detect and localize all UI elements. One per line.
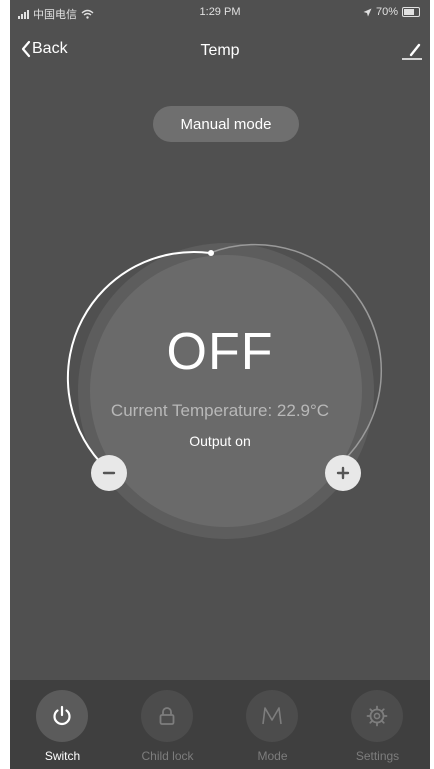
tab-settings-circle [351,690,403,742]
current-temperature: Current Temperature: 22.9°C [110,401,330,420]
minus-icon [102,471,116,475]
bottom-tab-bar: Switch Child lock Mode Settings [10,680,430,769]
increase-button[interactable] [325,455,361,491]
page-title: Temp [200,42,240,59]
thermostat-dial[interactable] [90,255,362,527]
mode-label: Manual mode [180,115,272,133]
decrease-button[interactable] [91,455,127,491]
battery-icon [402,7,420,17]
tab-mode[interactable]: Mode [220,680,325,769]
tab-child-lock[interactable]: Child lock [115,680,220,769]
mode-m-icon [262,707,282,725]
tab-label: Mode [257,749,288,763]
tab-label: Switch [44,749,81,763]
tab-child-lock-circle [141,690,193,742]
tab-settings[interactable]: Settings [325,680,430,769]
status-bar: 中国电信 1:29 PM 70% [10,0,430,26]
lock-icon [159,707,175,725]
output-status: Output on [189,433,251,449]
power-status: OFF [166,323,274,381]
gear-icon [366,705,388,727]
tab-mode-circle [246,690,298,742]
app-screen: 中国电信 1:29 PM 70% Back Temp Manual mode O… [10,0,430,769]
location-icon [363,8,372,16]
edit-button[interactable] [400,40,424,62]
power-icon [53,705,71,726]
tab-switch-circle [36,690,88,742]
tab-switch[interactable]: Switch [10,680,115,769]
nav-bar: Back Temp [10,26,430,74]
status-right: 70% [363,6,420,18]
edit-pencil-icon [402,43,422,60]
plus-icon [336,466,350,480]
tab-label: Child lock [141,749,194,763]
tab-label: Settings [355,749,400,763]
battery-percent: 70% [375,6,398,18]
manual-mode-button[interactable]: Manual mode [153,106,299,142]
